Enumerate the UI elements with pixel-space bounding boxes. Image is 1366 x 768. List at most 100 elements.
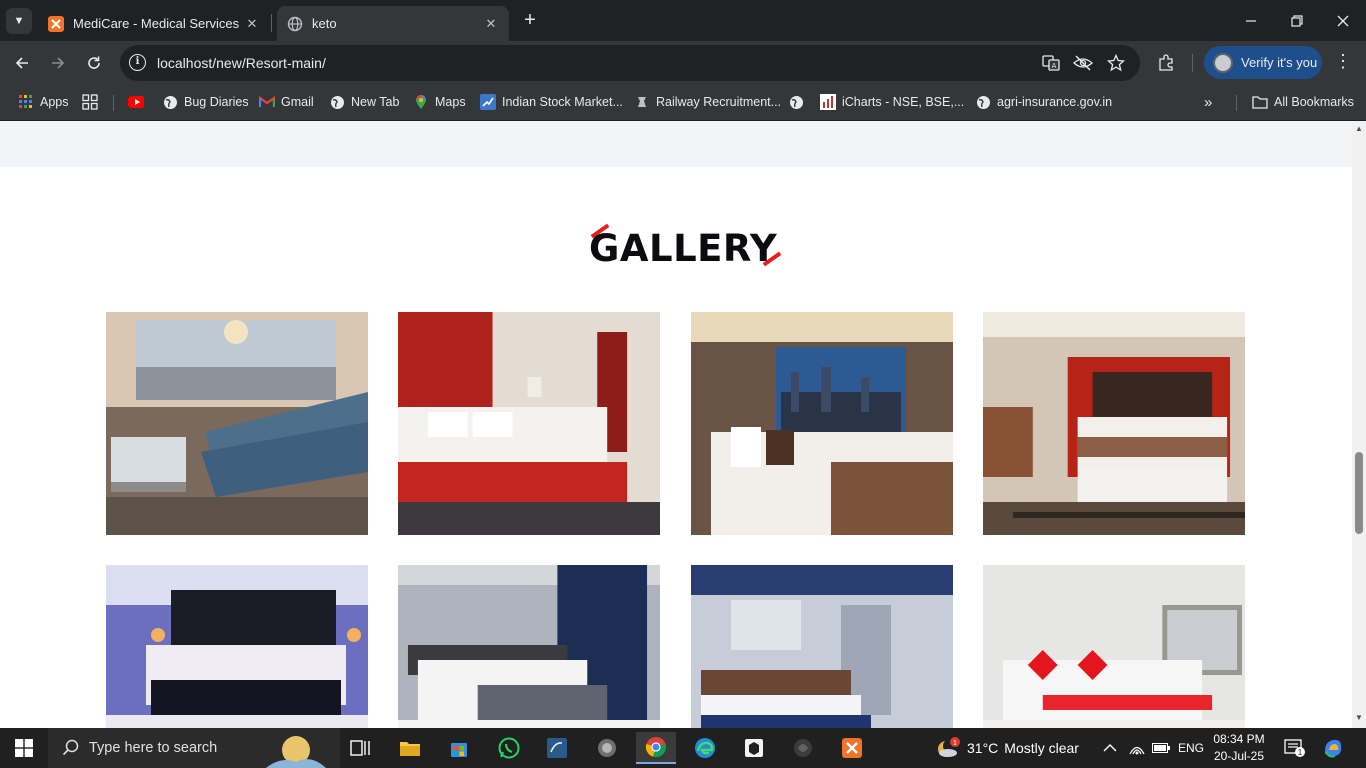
bookmark-globe[interactable] xyxy=(788,92,810,112)
copilot-button[interactable] xyxy=(1321,728,1345,768)
notification-icon: 1 xyxy=(1284,739,1305,757)
app-button[interactable] xyxy=(783,732,823,764)
bookmark-apps[interactable]: Apps xyxy=(18,92,69,112)
tab-keto[interactable]: keto ✕ xyxy=(277,6,509,41)
bookmark-railway-recruitment[interactable]: Railway Recruitment... xyxy=(634,92,781,112)
site-info-icon[interactable]: i xyxy=(129,54,146,71)
gallery-image-red-wall[interactable] xyxy=(983,312,1245,535)
bookmark-grid[interactable] xyxy=(82,92,104,112)
show-hidden-icons-button[interactable] xyxy=(1103,728,1117,768)
gallery-image-mirror-room[interactable] xyxy=(691,565,953,728)
railway-icon xyxy=(634,94,650,110)
chevron-down-icon: ▼ xyxy=(13,15,25,27)
chevron-up-icon xyxy=(1103,744,1117,752)
close-window-button[interactable] xyxy=(1320,0,1366,41)
address-bar[interactable]: i localhost/new/Resort-main/ A xyxy=(120,45,1140,81)
weather-temp: 31°C xyxy=(967,740,999,756)
bookmark-indian-stock-market[interactable]: Indian Stock Market... xyxy=(480,92,623,112)
toolbar-divider xyxy=(1192,54,1193,72)
taskbar-clock[interactable]: 08:34 PM 20-Jul-25 xyxy=(1208,731,1270,765)
scrollbar-thumb[interactable] xyxy=(1355,452,1363,534)
gallery-title: GALLERY xyxy=(589,227,778,270)
scroll-up-icon[interactable]: ▲ xyxy=(1355,125,1363,133)
whatsapp-icon xyxy=(498,737,520,759)
clock-date: 20-Jul-25 xyxy=(1213,749,1265,763)
bookmark-bug-diaries[interactable]: Bug Diaries xyxy=(162,92,249,112)
translate-icon[interactable]: A xyxy=(1041,53,1061,73)
close-icon xyxy=(1337,15,1349,26)
chevron-double-right-icon: » xyxy=(1204,93,1213,111)
close-icon[interactable]: ✕ xyxy=(244,16,260,32)
bookmark-new-tab[interactable]: New Tab xyxy=(329,92,399,112)
bookmark-youtube[interactable] xyxy=(128,92,150,112)
forward-button[interactable] xyxy=(44,49,72,77)
windows-taskbar: Type here to search 1 31°C Mostly clear xyxy=(0,728,1366,768)
whatsapp-button[interactable] xyxy=(489,732,529,764)
gallery-image-red-pillows[interactable] xyxy=(983,565,1245,728)
restore-button[interactable] xyxy=(1274,0,1320,41)
svg-text:1: 1 xyxy=(1298,748,1303,757)
store-button[interactable] xyxy=(439,732,479,764)
address-url: localhost/new/Resort-main/ xyxy=(157,55,326,71)
weather-widget[interactable]: 1 31°C Mostly clear xyxy=(935,728,1079,768)
edge-button[interactable] xyxy=(685,732,725,764)
browser-tab-strip: ▼ MediCare - Medical Services ✕ keto ✕ + xyxy=(0,0,1366,41)
weather-condition: Mostly clear xyxy=(1004,740,1079,756)
file-explorer-button[interactable] xyxy=(390,732,430,764)
extensions-icon[interactable] xyxy=(1156,53,1176,73)
gallery-image-blue-lit[interactable] xyxy=(106,565,368,728)
bookmark-gmail[interactable]: Gmail xyxy=(259,92,314,112)
close-icon[interactable]: ✕ xyxy=(483,16,499,32)
xampp-button[interactable] xyxy=(832,732,872,764)
bookmark-icharts[interactable]: iCharts - NSE, BSE,... xyxy=(820,92,964,112)
language-indicator[interactable]: ENG xyxy=(1178,728,1204,768)
notification-button[interactable]: 1 xyxy=(1284,728,1306,768)
verify-button[interactable]: Verify it's you xyxy=(1204,46,1322,79)
task-view-button[interactable] xyxy=(340,732,380,764)
tab-medicare[interactable]: MediCare - Medical Services ✕ xyxy=(38,6,270,41)
apps-grid-icon xyxy=(18,94,34,110)
battery-icon[interactable] xyxy=(1152,728,1170,768)
bookmark-separator xyxy=(1236,95,1237,111)
task-view-icon xyxy=(350,740,370,756)
weather-moon-icon: 1 xyxy=(938,737,960,757)
gmail-icon xyxy=(259,94,275,110)
mysql-workbench-button[interactable] xyxy=(537,732,577,764)
eye-off-icon[interactable] xyxy=(1073,53,1093,73)
minimize-button[interactable] xyxy=(1228,0,1274,41)
search-placeholder: Type here to search xyxy=(89,740,218,756)
all-bookmarks-button[interactable]: All Bookmarks xyxy=(1252,92,1354,112)
gallery-image-red-headboard[interactable] xyxy=(398,312,660,535)
browser-menu-icon[interactable]: ⋮ xyxy=(1333,51,1353,73)
tab-search-button[interactable]: ▼ xyxy=(6,8,32,34)
back-button[interactable] xyxy=(8,49,36,77)
start-button[interactable] xyxy=(0,728,48,768)
bookmark-agri-insurance[interactable]: agri-insurance.gov.in xyxy=(975,92,1112,112)
previous-section-band xyxy=(0,121,1352,167)
star-icon[interactable] xyxy=(1106,53,1126,73)
bookmarks-overflow-button[interactable]: » xyxy=(1204,92,1212,112)
page-scrollbar[interactable]: ▲ ▼ xyxy=(1352,121,1366,728)
network-icon[interactable] xyxy=(1129,728,1145,768)
globe-icon xyxy=(329,94,345,110)
edge-icon xyxy=(695,738,715,758)
gallery-image-lounge[interactable] xyxy=(106,312,368,535)
chrome-button[interactable] xyxy=(636,732,676,764)
gallery-image-city-view[interactable] xyxy=(691,312,953,535)
page-viewport: GALLERY xyxy=(0,121,1352,728)
xampp-icon xyxy=(842,738,862,758)
app-button[interactable] xyxy=(587,732,627,764)
bookmark-label: New Tab xyxy=(351,95,400,109)
copilot-icon xyxy=(1324,739,1342,758)
new-tab-button[interactable]: + xyxy=(519,10,541,32)
globe-icon xyxy=(788,94,804,110)
bookmark-label: Indian Stock Market... xyxy=(502,95,623,109)
folder-icon xyxy=(1252,94,1268,110)
gallery-heading: GALLERY xyxy=(0,217,1352,277)
gallery-image-grey-room[interactable] xyxy=(398,565,660,728)
app-button[interactable] xyxy=(734,732,774,764)
taskbar-search[interactable]: Type here to search xyxy=(48,728,340,768)
bookmark-maps[interactable]: Maps xyxy=(413,92,466,112)
reload-button[interactable] xyxy=(80,49,108,77)
scroll-down-icon[interactable]: ▼ xyxy=(1355,714,1363,722)
